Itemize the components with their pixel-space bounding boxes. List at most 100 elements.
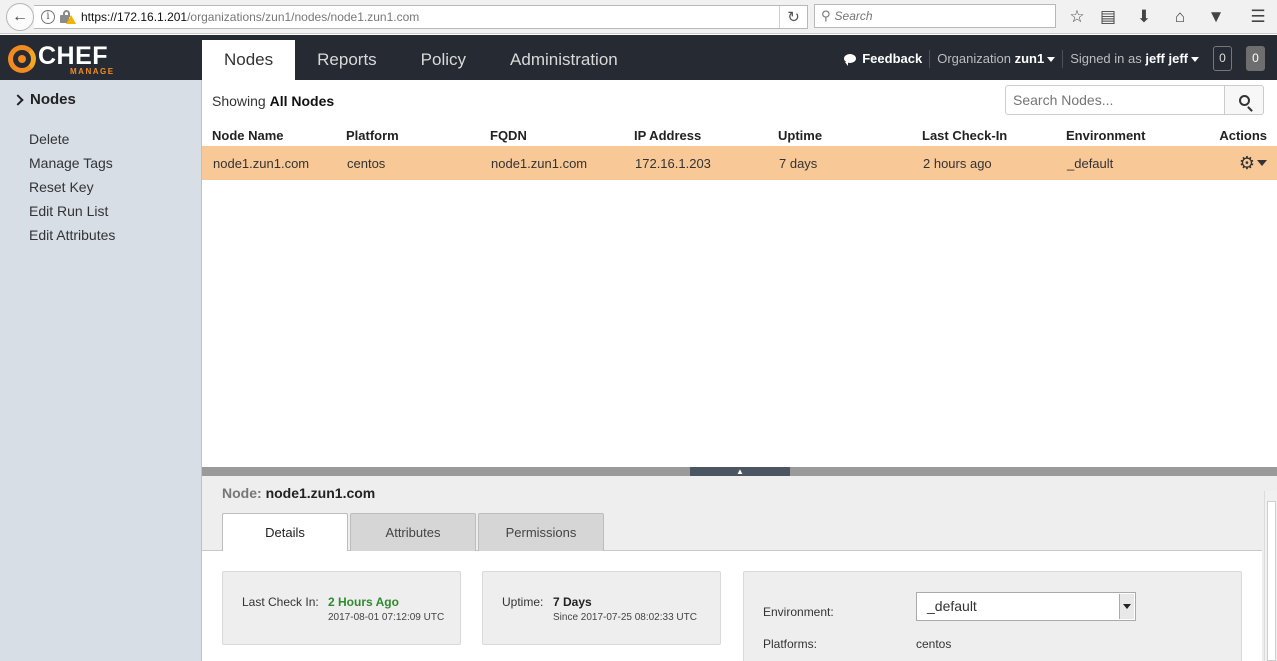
sidebar-heading[interactable]: Nodes	[12, 91, 76, 108]
comment-icon	[844, 54, 857, 66]
column-header-uptime[interactable]: Uptime	[778, 128, 922, 143]
triangle-up-icon: ▲	[736, 467, 744, 476]
home-icon[interactable]: ⌂	[1169, 6, 1191, 28]
organization-label: Organization	[937, 51, 1011, 66]
column-header-node-name[interactable]: Node Name	[202, 128, 346, 143]
reload-icon[interactable]: ↻	[779, 6, 807, 28]
logo-subtext: MANAGE	[70, 67, 115, 76]
last-check-in-value: 2 Hours Ago	[328, 595, 399, 609]
column-header-fqdn[interactable]: FQDN	[490, 128, 634, 143]
environment-select[interactable]: _default	[916, 592, 1136, 621]
node-list-panel: Showing All Nodes Node Name Platform FQD…	[202, 80, 1277, 467]
environment-card: Environment: _default Platforms: centos	[743, 571, 1242, 661]
divider	[1062, 49, 1064, 68]
uptime-card: Uptime: 7 Days Since 2017-07-25 08:02:33…	[482, 571, 721, 645]
sidebar-actions: Delete Manage Tags Reset Key Edit Run Li…	[29, 129, 115, 249]
node-detail-panel: Node: node1.zun1.com Details Attributes …	[202, 476, 1277, 661]
back-button[interactable]: ←	[6, 3, 34, 31]
main-nav: Nodes Reports Policy Administration	[202, 40, 640, 80]
url-text[interactable]: https://172.16.1.201/organizations/zun1/…	[81, 10, 419, 24]
detail-scrollbar[interactable]	[1264, 491, 1277, 661]
chevron-down-icon[interactable]	[1119, 594, 1134, 619]
splitter-handle[interactable]: ▲	[690, 467, 790, 476]
sidebar-item-manage-tags[interactable]: Manage Tags	[29, 153, 115, 177]
search-button[interactable]	[1225, 85, 1264, 115]
tab-administration[interactable]: Administration	[488, 40, 640, 80]
sidebar-item-edit-attributes[interactable]: Edit Attributes	[29, 225, 115, 249]
tab-nodes[interactable]: Nodes	[202, 40, 296, 80]
tab-attributes[interactable]: Attributes	[350, 513, 476, 551]
divider	[929, 49, 931, 68]
cell-last-check-in: 2 hours ago	[923, 155, 992, 171]
last-check-in-label: Last Check In:	[242, 595, 319, 609]
info-icon[interactable]: i	[41, 10, 55, 24]
tab-policy[interactable]: Policy	[399, 40, 488, 80]
bookmark-star-icon[interactable]: ☆	[1066, 6, 1088, 28]
platforms-value: centos	[916, 637, 952, 651]
cell-ip-address: 172.16.1.203	[635, 155, 711, 171]
tab-permissions[interactable]: Permissions	[478, 513, 604, 551]
alert-count-badge[interactable]: 0	[1246, 46, 1265, 71]
column-header-ip-address[interactable]: IP Address	[634, 128, 778, 143]
signed-in-label: Signed in as	[1070, 51, 1142, 66]
showing-value: All Nodes	[269, 93, 335, 109]
organization-dropdown[interactable]: Organization zun1	[937, 51, 1056, 66]
sidebar-title: Nodes	[30, 91, 76, 108]
cell-environment: _default	[1067, 155, 1114, 171]
showing-label: Showing All Nodes	[212, 93, 334, 109]
last-check-in-card: Last Check In: 2 Hours Ago 2017-08-01 07…	[222, 571, 461, 645]
address-bar[interactable]: i https://172.16.1.201/organizations/zun…	[34, 5, 808, 29]
panel-splitter[interactable]: ▲	[202, 467, 1277, 476]
node-detail-title: Node: node1.zun1.com	[222, 485, 375, 501]
user-dropdown[interactable]: Signed in as jeff jeff	[1070, 51, 1199, 66]
caret-down-icon	[1047, 57, 1056, 63]
sidebar: Nodes Delete Manage Tags Reset Key Edit …	[0, 80, 202, 661]
sidebar-item-reset-key[interactable]: Reset Key	[29, 177, 115, 201]
uptime-label: Uptime:	[502, 595, 544, 609]
insecure-lock-icon[interactable]	[59, 10, 76, 24]
detail-tabs: Details Attributes Permissions	[202, 513, 1262, 552]
row-actions-dropdown[interactable]: ⚙	[1192, 154, 1277, 172]
uptime-value: 7 Days	[553, 595, 592, 609]
caret-down-icon	[1257, 160, 1267, 166]
column-header-last-check-in[interactable]: Last Check-In	[922, 128, 1066, 143]
reading-list-icon[interactable]: ▤	[1097, 6, 1119, 28]
tab-details[interactable]: Details	[222, 513, 348, 552]
scrollbar-thumb[interactable]	[1267, 501, 1276, 661]
feedback-link[interactable]: Feedback	[844, 51, 922, 66]
details-content: Last Check In: 2 Hours Ago 2017-08-01 07…	[202, 551, 1262, 661]
chef-logo[interactable]: CHEF MANAGE	[8, 42, 118, 77]
notification-count-badge[interactable]: 0	[1213, 46, 1232, 71]
menu-icon[interactable]: ☰	[1247, 6, 1269, 28]
organization-name: zun1	[1014, 51, 1045, 66]
browser-toolbar: ← i https://172.16.1.201/organizations/z…	[0, 0, 1277, 34]
search-nodes-input[interactable]	[1005, 85, 1225, 115]
browser-search-input[interactable]	[834, 9, 1035, 23]
sidebar-item-delete[interactable]: Delete	[29, 129, 115, 153]
environment-label: Environment:	[763, 605, 834, 619]
pocket-icon[interactable]: ▼	[1205, 6, 1227, 28]
column-header-platform[interactable]: Platform	[346, 128, 490, 143]
browser-search[interactable]: ⚲	[814, 4, 1056, 28]
node-title-label: Node:	[222, 485, 262, 501]
download-icon[interactable]: ⬇	[1133, 6, 1155, 28]
cell-fqdn: node1.zun1.com	[491, 155, 588, 171]
nodes-table: Node Name Platform FQDN IP Address Uptim…	[202, 124, 1277, 180]
table-row[interactable]: node1.zun1.com centos node1.zun1.com 172…	[202, 146, 1277, 180]
search-icon	[1238, 94, 1250, 106]
cell-uptime: 7 days	[779, 155, 818, 171]
arrow-left-icon: ←	[12, 8, 28, 25]
gear-icon: ⚙	[1238, 153, 1255, 173]
node-search	[1005, 85, 1264, 115]
caret-down-icon	[1191, 57, 1199, 63]
chef-logo-icon	[8, 45, 36, 73]
environment-select-value: _default	[927, 598, 977, 614]
node-title-value: node1.zun1.com	[265, 485, 376, 501]
cell-node-name: node1.zun1.com	[213, 155, 310, 171]
tab-reports[interactable]: Reports	[295, 40, 399, 80]
showing-prefix: Showing	[212, 93, 266, 109]
sidebar-item-edit-run-list[interactable]: Edit Run List	[29, 201, 115, 225]
column-header-actions: Actions	[1219, 127, 1267, 143]
table-header: Node Name Platform FQDN IP Address Uptim…	[202, 124, 1277, 146]
column-header-environment[interactable]: Environment	[1066, 128, 1192, 143]
